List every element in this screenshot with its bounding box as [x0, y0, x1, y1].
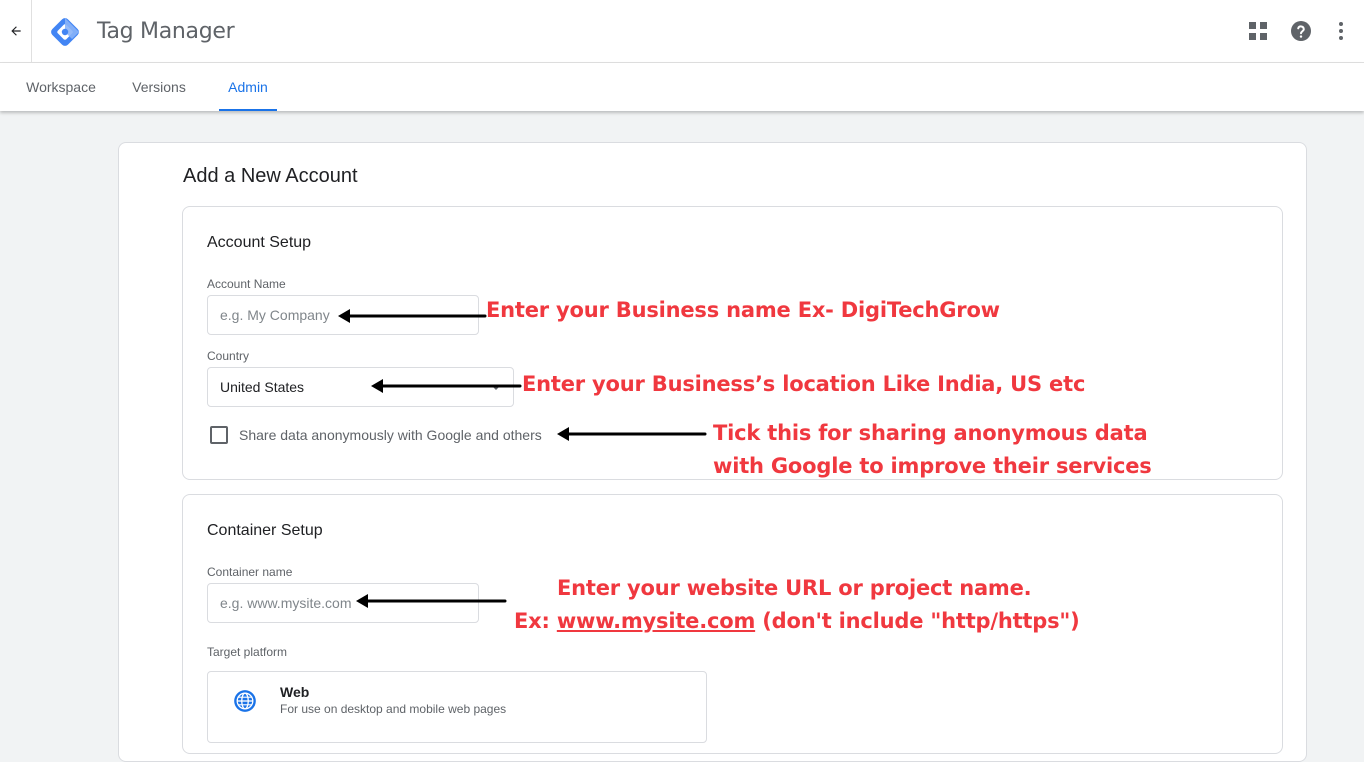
platform-option-web[interactable]: Web For use on desktop and mobile web pa…	[207, 671, 707, 743]
tab-bar: Workspace Versions Admin	[0, 63, 1364, 111]
annotation-business-name: Enter your Business name Ex- DigiTechGro…	[486, 298, 1000, 322]
tab-admin[interactable]: Admin	[219, 63, 277, 111]
app-bar: Tag Manager	[0, 0, 1364, 63]
page-title: Add a New Account	[183, 165, 358, 187]
back-button[interactable]	[0, 0, 32, 62]
dropdown-caret-icon	[491, 385, 501, 390]
share-data-checkbox[interactable]	[210, 426, 228, 444]
annotation-website-line2: Ex: www.mysite.com (don't include "http/…	[514, 609, 1080, 633]
section-title: Container Setup	[207, 522, 323, 539]
help-icon[interactable]	[1289, 19, 1313, 43]
country-select[interactable]: United States	[207, 367, 514, 407]
annotation-website-line1: Enter your website URL or project name.	[557, 576, 1032, 600]
platform-name: Web	[280, 684, 310, 700]
container-name-label: Container name	[207, 565, 293, 579]
country-value: United States	[220, 379, 305, 395]
app-title: Tag Manager	[97, 19, 235, 44]
container-name-input[interactable]	[207, 583, 479, 623]
section-title: Account Setup	[207, 234, 312, 251]
annotation-website-prefix: Ex:	[514, 609, 557, 633]
annotation-share-line2: with Google to improve their services	[713, 454, 1152, 478]
country-label: Country	[207, 349, 250, 363]
tab-versions[interactable]: Versions	[128, 63, 190, 111]
tag-manager-logo	[51, 18, 79, 46]
account-name-label: Account Name	[207, 277, 286, 291]
tab-workspace[interactable]: Workspace	[22, 63, 100, 111]
share-data-label[interactable]: Share data anonymously with Google and o…	[239, 427, 542, 443]
annotation-website-suffix: (don't include "http/https")	[755, 609, 1080, 633]
platform-description: For use on desktop and mobile web pages	[280, 702, 507, 716]
more-vert-icon[interactable]	[1329, 19, 1353, 43]
globe-icon	[234, 690, 256, 712]
apps-grid-icon[interactable]	[1246, 19, 1270, 43]
annotation-website-link: www.mysite.com	[556, 609, 756, 633]
annotation-business-location: Enter your Business’s location Like Indi…	[522, 372, 1086, 396]
annotation-share-line1: Tick this for sharing anonymous data	[713, 421, 1148, 445]
target-platform-label: Target platform	[207, 645, 288, 659]
arrow-back-icon	[10, 26, 21, 36]
account-name-input[interactable]	[207, 295, 479, 335]
